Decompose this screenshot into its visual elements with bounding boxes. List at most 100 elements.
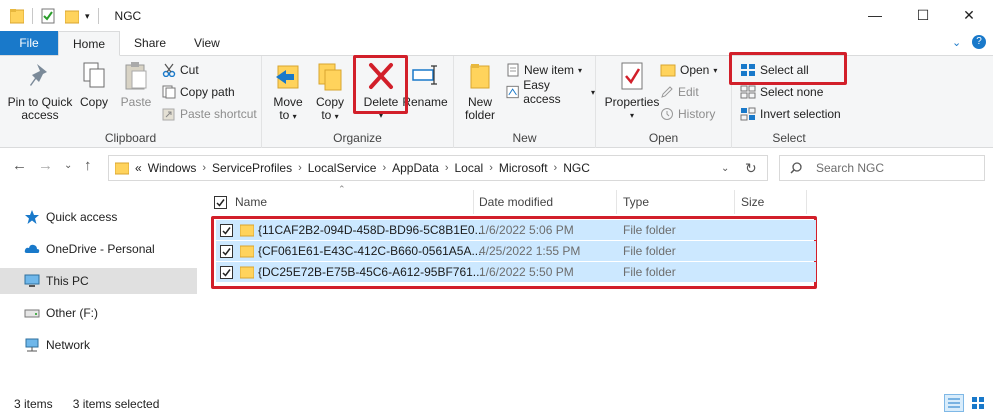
invert-selection-button[interactable]: Invert selection [740, 104, 841, 124]
scissors-icon [162, 63, 176, 77]
grid-icon [972, 397, 984, 409]
column-divider[interactable] [806, 190, 807, 214]
new-folder-icon[interactable] [65, 8, 79, 24]
network-icon [25, 338, 39, 352]
table-row[interactable]: {DC25E72B-E75B-45C6-A612-95BF761... 1/6/… [216, 262, 816, 282]
properties-icon[interactable] [41, 8, 55, 24]
chevron-down-icon: ▾ [578, 65, 583, 75]
details-view-icon[interactable] [944, 394, 964, 412]
pin-to-quick-access-button[interactable]: Pin to Quick access [6, 60, 74, 122]
rename-button[interactable]: Rename [402, 60, 448, 109]
table-row[interactable]: {CF061E61-E43C-412C-B660-0561A5A... 4/25… [216, 241, 816, 261]
history-button[interactable]: History [660, 104, 715, 124]
breadcrumb-overflow[interactable]: « [135, 161, 142, 175]
column-divider[interactable] [616, 190, 617, 214]
nav-onedrive[interactable]: OneDrive - Personal [0, 236, 197, 262]
folder-icon [10, 9, 24, 24]
collapse-ribbon-icon[interactable]: ⌄ [952, 36, 961, 49]
breadcrumb-localservice[interactable]: LocalService [308, 161, 377, 175]
row-checkbox[interactable] [220, 244, 233, 258]
chevron-right-icon[interactable]: › [445, 162, 449, 174]
folder-icon [240, 224, 254, 237]
history-icon [661, 108, 673, 120]
paste-shortcut-button[interactable]: Paste shortcut [162, 104, 257, 124]
file-type: File folder [623, 244, 676, 258]
clipboard-group: Pin to Quick access Copy Paste Cut Copy … [0, 56, 262, 148]
search-box[interactable]: Search NGC [779, 155, 985, 181]
copy-to-icon [318, 63, 342, 91]
breadcrumb-ngc[interactable]: NGC [563, 161, 590, 175]
check-icon [222, 268, 231, 277]
address-bar[interactable]: « Windows › ServiceProfiles › LocalService… [108, 155, 768, 181]
copy-to-button[interactable]: Copy to ▾ [312, 60, 348, 123]
star-icon [25, 210, 39, 224]
customize-quick-access-icon[interactable]: ▾ [85, 11, 90, 22]
move-to-button[interactable]: Move to ▾ [270, 60, 306, 123]
open-group: Properties ▾ Open ▾ Edit History Open [596, 56, 732, 148]
forward-arrow-icon[interactable]: → [38, 157, 53, 174]
nav-quick-access[interactable]: Quick access [0, 204, 197, 230]
easy-access-button[interactable]: Easy access ▾ [506, 78, 595, 106]
new-folder-icon [470, 64, 490, 89]
copy-path-button[interactable]: Copy path [162, 82, 235, 102]
close-button[interactable]: ✕ [945, 0, 993, 30]
breadcrumb-serviceprofiles[interactable]: ServiceProfiles [212, 161, 292, 175]
column-header-date[interactable]: Date modified [479, 190, 619, 214]
properties-button[interactable]: Properties ▾ [604, 60, 660, 122]
delete-highlight [353, 55, 408, 114]
recent-locations-icon[interactable]: ⌄ [64, 160, 72, 171]
tab-file[interactable]: File [0, 31, 58, 55]
column-header-name[interactable]: Name [214, 190, 474, 214]
tab-home[interactable]: Home [58, 31, 121, 56]
column-divider[interactable] [473, 190, 474, 214]
copy-button[interactable]: Copy [76, 60, 112, 109]
folder-icon [240, 266, 254, 279]
column-header-size[interactable]: Size [741, 190, 801, 214]
navigation-pane: Quick access OneDrive - Personal This PC… [0, 190, 200, 386]
tab-view[interactable]: View [180, 31, 234, 55]
open-button[interactable]: Open ▾ [660, 60, 717, 80]
select-all-checkbox[interactable] [214, 195, 227, 209]
chevron-down-icon: ▾ [590, 87, 595, 97]
select-none-icon [740, 85, 756, 99]
maximize-button[interactable]: ☐ [899, 0, 947, 30]
chevron-right-icon[interactable]: › [382, 162, 386, 174]
new-item-button[interactable]: New item ▾ [506, 60, 582, 80]
row-checkbox[interactable] [220, 223, 233, 237]
title-bar: ▾ NGC — ☐ ✕ [0, 0, 993, 32]
table-row[interactable]: {11CAF2B2-094D-458D-BD96-5C8B1E0... 1/6/… [216, 220, 816, 240]
select-label: Select [772, 131, 806, 145]
open-label: Open [648, 131, 679, 145]
minimize-button[interactable]: — [851, 0, 899, 30]
chevron-right-icon[interactable]: › [202, 162, 206, 174]
back-arrow-icon[interactable]: ← [12, 157, 27, 174]
help-icon[interactable]: ? [972, 35, 986, 49]
up-arrow-icon[interactable]: ↑ [84, 157, 92, 174]
move-to-icon [276, 65, 299, 89]
status-bar: 3 items 3 items selected [0, 392, 993, 415]
file-date: 1/6/2022 5:06 PM [479, 223, 574, 237]
chevron-right-icon[interactable]: › [489, 162, 493, 174]
new-folder-button[interactable]: New folder [460, 60, 500, 122]
select-none-button[interactable]: Select none [740, 82, 823, 102]
refresh-icon[interactable]: ↻ [745, 160, 757, 177]
nav-this-pc[interactable]: This PC [0, 268, 197, 294]
row-checkbox[interactable] [220, 265, 233, 279]
cut-button[interactable]: Cut [162, 60, 199, 80]
address-dropdown-icon[interactable]: ⌄ [721, 163, 729, 174]
column-header-type[interactable]: Type [623, 190, 733, 214]
chevron-down-icon: ▾ [713, 65, 718, 75]
paste-button[interactable]: Paste [116, 60, 156, 109]
chevron-right-icon[interactable]: › [554, 162, 558, 174]
tab-share[interactable]: Share [120, 31, 180, 55]
large-icons-view-icon[interactable] [968, 394, 988, 412]
breadcrumb-appdata[interactable]: AppData [392, 161, 439, 175]
nav-network[interactable]: Network [0, 332, 197, 358]
column-divider[interactable] [734, 190, 735, 214]
nav-other-drive[interactable]: Other (F:) [0, 300, 197, 326]
breadcrumb-microsoft[interactable]: Microsoft [499, 161, 548, 175]
edit-button[interactable]: Edit [660, 82, 699, 102]
breadcrumb-windows[interactable]: Windows [148, 161, 197, 175]
breadcrumb-local[interactable]: Local [455, 161, 484, 175]
chevron-right-icon[interactable]: › [298, 162, 302, 174]
